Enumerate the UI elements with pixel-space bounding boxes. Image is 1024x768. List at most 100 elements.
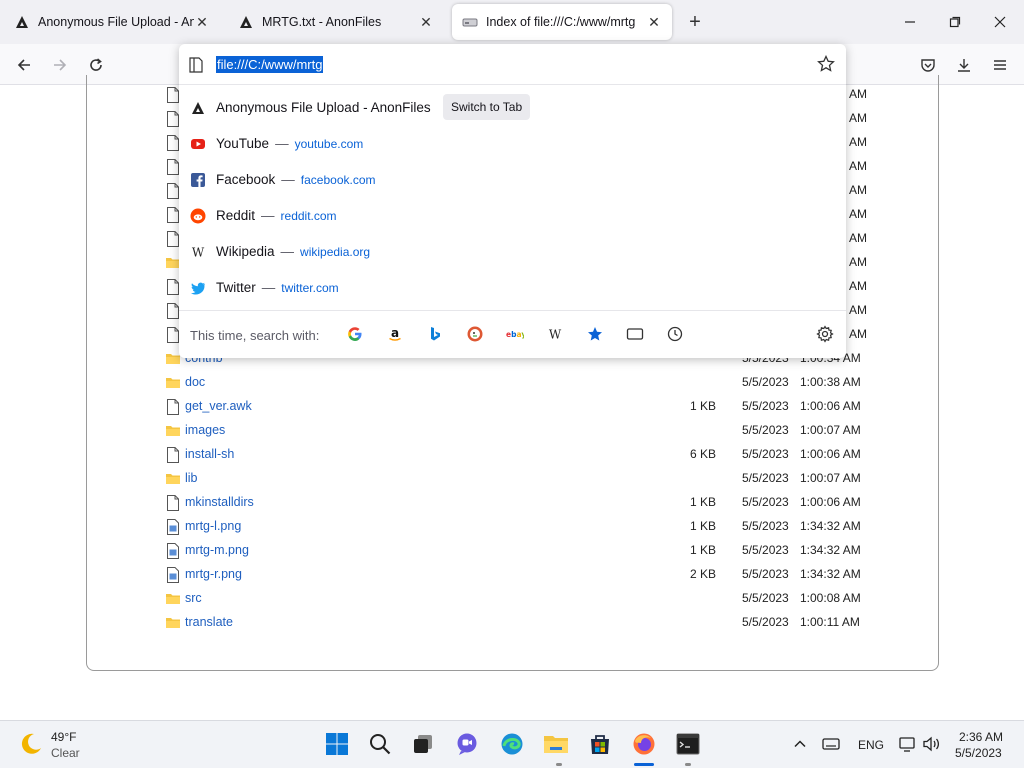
suggestion-wikipedia[interactable]: W Wikipedia — wikipedia.org	[179, 235, 846, 269]
file-name-link[interactable]: translate	[185, 615, 233, 629]
date-cell: 5/5/2023	[742, 543, 789, 557]
image-file-icon	[167, 543, 179, 559]
table-row[interactable]: install-sh 6 KB 5/5/2023 1:00:06 AM	[166, 443, 866, 467]
firefox-icon[interactable]	[631, 731, 657, 757]
date-cell: 5/5/2023	[742, 423, 789, 437]
url-bar[interactable]: file:///C:/www/mrtg	[179, 44, 846, 85]
suggestion-title: Facebook	[216, 172, 276, 187]
folder-icon	[166, 594, 180, 604]
suggestion-youtube[interactable]: YouTube — youtube.com	[179, 127, 846, 161]
time-cell: 1:00:07 AM	[800, 423, 861, 437]
table-row[interactable]: images 5/5/2023 1:00:07 AM	[166, 419, 866, 443]
close-window-icon[interactable]	[988, 10, 1012, 34]
start-windows-icon[interactable]	[324, 731, 350, 757]
wikipedia-icon[interactable]: W	[546, 325, 564, 343]
terminal-icon[interactable]	[675, 731, 701, 757]
time-cell: AM	[849, 303, 867, 317]
table-row[interactable]: src 5/5/2023 1:00:08 AM	[166, 587, 866, 611]
table-row[interactable]: translate 5/5/2023 1:00:11 AM	[166, 611, 866, 635]
file-icon	[167, 231, 179, 247]
table-row[interactable]: mrtg-m.png 1 KB 5/5/2023 1:34:32 AM	[166, 539, 866, 563]
language-indicator[interactable]: ENG	[858, 738, 884, 752]
tab-close-icon[interactable]: ✕	[194, 14, 210, 30]
bookmark-star-icon[interactable]	[817, 55, 835, 73]
tabs-icon[interactable]	[626, 325, 644, 343]
settings-gear-icon[interactable]	[816, 325, 834, 343]
tab-title: MRTG.txt - AnonFiles	[262, 15, 382, 29]
file-name-link[interactable]: src	[185, 591, 202, 605]
switch-to-tab-button[interactable]: Switch to Tab	[443, 94, 531, 120]
file-name-link[interactable]: mrtg-m.png	[185, 543, 249, 557]
suggestion-url: twitter.com	[281, 281, 339, 295]
table-row[interactable]: mkinstalldirs 1 KB 5/5/2023 1:00:06 AM	[166, 491, 866, 515]
table-row[interactable]: lib 5/5/2023 1:00:07 AM	[166, 467, 866, 491]
facebook-icon	[191, 173, 205, 187]
time-cell: AM	[849, 111, 867, 125]
back-arrow-icon[interactable]	[11, 52, 37, 78]
menu-icon[interactable]	[987, 52, 1013, 78]
table-row[interactable]: get_ver.awk 1 KB 5/5/2023 1:00:06 AM	[166, 395, 866, 419]
forward-arrow-icon[interactable]	[47, 52, 73, 78]
minimize-icon[interactable]	[898, 10, 922, 34]
anonfiles-icon	[16, 16, 28, 28]
url-input[interactable]: file:///C:/www/mrtg	[216, 56, 324, 73]
network-icon[interactable]	[895, 731, 921, 757]
tab-index-mrtg[interactable]: Index of file:///C:/www/mrtg ✕	[452, 4, 672, 40]
file-name-link[interactable]: mkinstalldirs	[185, 495, 254, 509]
chevron-up-icon[interactable]	[787, 731, 813, 757]
reddit-icon	[190, 208, 206, 224]
suggestion-url: facebook.com	[300, 173, 376, 187]
amazon-icon[interactable]: a	[386, 325, 404, 343]
suggestion-url: reddit.com	[280, 209, 337, 223]
tab-mrtg-txt[interactable]: MRTG.txt - AnonFiles ✕	[228, 4, 444, 40]
downloads-icon[interactable]	[951, 52, 977, 78]
touch-keyboard-icon[interactable]	[818, 731, 844, 757]
file-explorer-icon[interactable]	[543, 731, 569, 757]
suggestion-twitter[interactable]: Twitter — twitter.com	[179, 271, 846, 305]
size-cell: 1 KB	[689, 543, 716, 557]
time-cell: AM	[849, 255, 867, 269]
folder-icon	[166, 474, 180, 484]
file-name-link[interactable]: get_ver.awk	[185, 399, 252, 413]
file-name-link[interactable]: mrtg-r.png	[185, 567, 242, 581]
youtube-icon	[191, 139, 205, 149]
search-icon[interactable]	[367, 731, 393, 757]
ebay-icon[interactable]: ebay	[506, 325, 524, 343]
tab-close-icon[interactable]: ✕	[418, 14, 434, 30]
svg-text:a: a	[391, 326, 399, 340]
table-row[interactable]: doc 5/5/2023 1:00:38 AM	[166, 371, 866, 395]
bing-icon[interactable]	[426, 325, 444, 343]
file-name-link[interactable]: install-sh	[185, 447, 234, 461]
task-view-icon[interactable]	[410, 731, 436, 757]
tab-close-icon[interactable]: ✕	[646, 14, 662, 30]
store-icon[interactable]	[587, 731, 613, 757]
file-name-link[interactable]: images	[185, 423, 225, 437]
file-name-link[interactable]: mrtg-l.png	[185, 519, 241, 533]
bookmarks-icon[interactable]	[586, 325, 604, 343]
suggestion-anonfiles[interactable]: Anonymous File Upload - AnonFiles Switch…	[179, 91, 846, 125]
clock-date[interactable]: 5/5/2023	[955, 746, 1002, 760]
tab-anonfiles-upload[interactable]: Anonymous File Upload - AnonFiles ✕	[4, 4, 220, 40]
suggestion-facebook[interactable]: Facebook — facebook.com	[179, 163, 846, 197]
edge-icon[interactable]	[499, 731, 525, 757]
volume-icon[interactable]	[919, 731, 945, 757]
clock-time[interactable]: 2:36 AM	[959, 730, 1003, 744]
running-indicator	[556, 763, 562, 766]
duckduckgo-icon[interactable]	[466, 325, 484, 343]
drive-icon	[462, 18, 478, 27]
size-cell: 1 KB	[689, 495, 716, 509]
new-tab-button[interactable]: +	[684, 12, 706, 34]
chat-icon[interactable]	[454, 731, 480, 757]
google-icon[interactable]	[346, 325, 364, 343]
file-name-link[interactable]: lib	[185, 471, 198, 485]
weather-desc: Clear	[51, 746, 80, 760]
table-row[interactable]: mrtg-l.png 1 KB 5/5/2023 1:34:32 AM	[166, 515, 866, 539]
history-icon[interactable]	[666, 325, 684, 343]
file-name-link[interactable]: doc	[185, 375, 205, 389]
maximize-icon[interactable]	[943, 10, 967, 34]
file-icon	[167, 303, 179, 319]
time-cell: 1:34:32 AM	[800, 519, 861, 533]
weather-widget[interactable]	[18, 731, 44, 760]
table-row[interactable]: mrtg-r.png 2 KB 5/5/2023 1:34:32 AM	[166, 563, 866, 587]
suggestion-reddit[interactable]: Reddit — reddit.com	[179, 199, 846, 233]
